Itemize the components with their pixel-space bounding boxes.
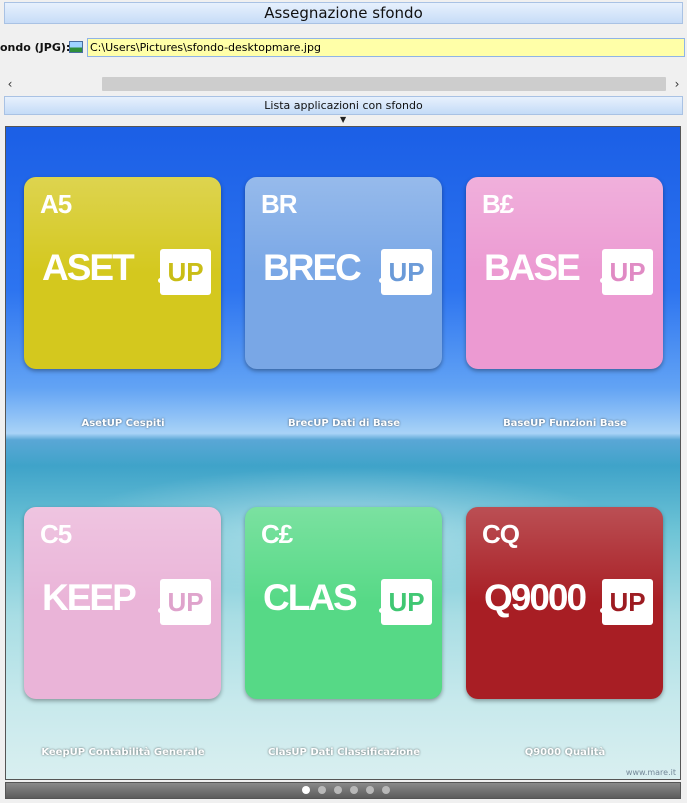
app-tile-q9000[interactable]: CQ Q9000 UP bbox=[466, 507, 663, 699]
scroll-right-icon[interactable]: › bbox=[669, 76, 685, 93]
path-label: ondo (JPG): bbox=[0, 41, 71, 54]
horizontal-scrollbar[interactable]: ‹ › bbox=[0, 76, 687, 93]
app-name: CLAS bbox=[263, 577, 358, 618]
app-code: A5 bbox=[40, 189, 72, 219]
page-dot[interactable] bbox=[366, 786, 374, 794]
app-name: Q9000 bbox=[484, 577, 587, 618]
app-tile-aset[interactable]: A5 ASET UP bbox=[24, 177, 221, 369]
background-preview: A5 ASET UP AsetUP Cespiti BR BREC UP BrecUP Dat… bbox=[5, 126, 681, 780]
app-code: CQ bbox=[482, 519, 520, 549]
page-dot[interactable] bbox=[350, 786, 358, 794]
app-caption[interactable]: KeepUP Contabilità Generale bbox=[13, 747, 233, 758]
scrollbar-thumb[interactable] bbox=[102, 77, 666, 91]
app-tile-keep[interactable]: C5 KEEP UP bbox=[24, 507, 221, 699]
page-dot[interactable] bbox=[302, 786, 310, 794]
up-badge: UP bbox=[381, 249, 432, 295]
up-badge: UP bbox=[160, 249, 211, 295]
background-path-row: ondo (JPG): C:\Users\Pictures\sfondo-des… bbox=[0, 37, 687, 59]
window-title: Assegnazione sfondo bbox=[4, 2, 683, 24]
image-file-icon[interactable] bbox=[69, 41, 83, 53]
page-dot[interactable] bbox=[382, 786, 390, 794]
app-caption[interactable]: BrecUP Dati di Base bbox=[234, 418, 454, 429]
app-name: ASET bbox=[42, 247, 135, 288]
app-caption[interactable]: ClasUP Dati Classificazione bbox=[234, 747, 454, 758]
app-tile-base[interactable]: B£ BASE UP bbox=[466, 177, 663, 369]
app-tile-brec[interactable]: BR BREC UP bbox=[245, 177, 442, 369]
app-tile-clas[interactable]: C£ CLAS UP bbox=[245, 507, 442, 699]
app-name: KEEP bbox=[42, 577, 137, 618]
app-code: BR bbox=[261, 189, 298, 219]
up-badge: UP bbox=[381, 579, 432, 625]
app-code: C£ bbox=[261, 519, 293, 549]
collapse-icon[interactable]: ▼ bbox=[340, 115, 346, 124]
app-caption[interactable]: Q9000 Qualità bbox=[455, 747, 675, 758]
page-dot[interactable] bbox=[318, 786, 326, 794]
app-caption[interactable]: BaseUP Funzioni Base bbox=[455, 418, 675, 429]
app-caption[interactable]: AsetUP Cespiti bbox=[13, 418, 233, 429]
up-badge: UP bbox=[602, 249, 653, 295]
page-dot[interactable] bbox=[334, 786, 342, 794]
app-name: BREC bbox=[263, 247, 362, 288]
up-badge: UP bbox=[602, 579, 653, 625]
app-name: BASE bbox=[484, 247, 581, 288]
watermark: www.mare.it bbox=[625, 768, 676, 777]
up-badge: UP bbox=[160, 579, 211, 625]
app-code: B£ bbox=[482, 189, 514, 219]
app-code: C5 bbox=[40, 519, 72, 549]
app-list-header[interactable]: Lista applicazioni con sfondo bbox=[4, 96, 683, 115]
page-indicator bbox=[5, 782, 681, 799]
scroll-left-icon[interactable]: ‹ bbox=[2, 76, 18, 93]
background-path-input[interactable]: C:\Users\Pictures\sfondo-desktopmare.jpg bbox=[87, 38, 685, 57]
